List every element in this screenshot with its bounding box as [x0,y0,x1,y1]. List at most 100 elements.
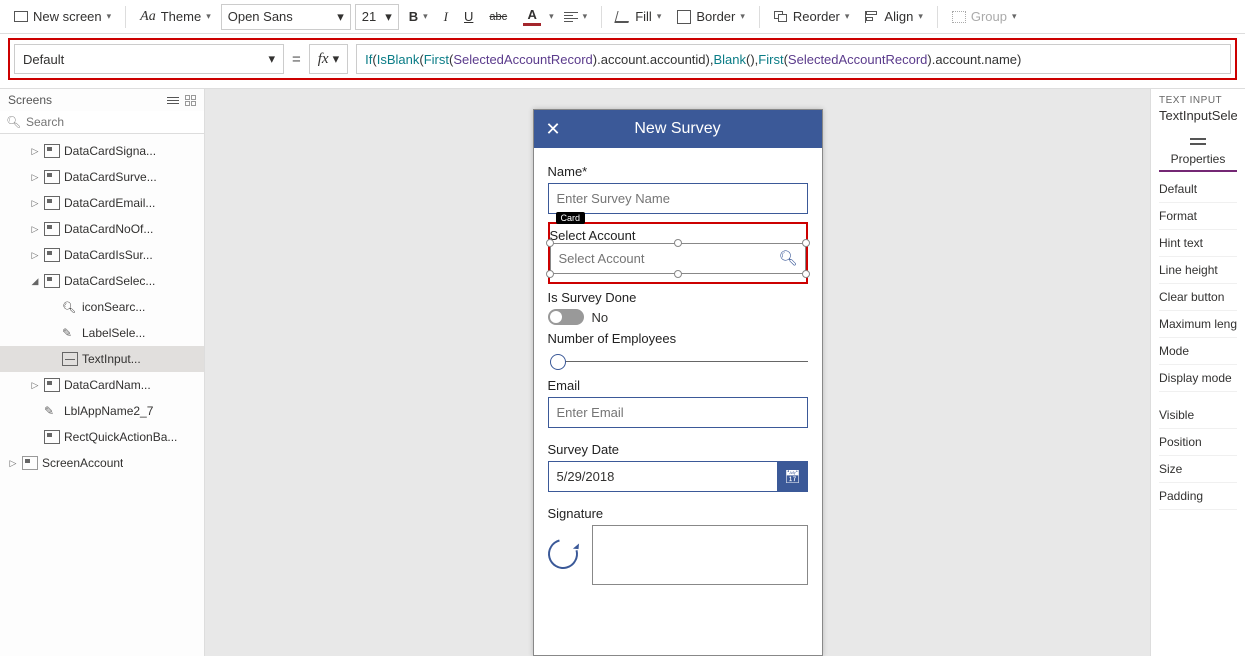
property-row[interactable]: Hint text [1159,230,1237,257]
resize-handle[interactable] [674,239,682,247]
tree-item[interactable]: ▷DataCardSurve... [0,164,204,190]
tree-item[interactable]: RectQuickActionBa... [0,424,204,450]
close-icon[interactable]: ✕ [546,119,561,140]
chevron-down-icon: ▾ [268,51,275,67]
resize-handle[interactable] [802,270,810,278]
property-row[interactable]: Format [1159,203,1237,230]
property-row[interactable]: Position [1159,429,1237,456]
screens-search-input[interactable] [0,111,204,134]
property-row[interactable]: Size [1159,456,1237,483]
tree-item[interactable]: ▷DataCardEmail... [0,190,204,216]
property-row[interactable]: Display mode [1159,365,1237,392]
toggle-switch-icon[interactable] [548,309,584,325]
reorder-button[interactable]: Reorder ▾ [768,3,856,31]
rect-icon [44,430,60,444]
expand-toggle-icon[interactable]: ▷ [30,224,40,235]
employees-slider[interactable] [548,352,808,372]
property-row[interactable]: Mode [1159,338,1237,365]
refresh-icon[interactable] [542,534,583,575]
font-family-select[interactable]: Open Sans ▾ [221,4,351,30]
expand-toggle-icon[interactable]: ▷ [8,458,18,469]
expand-toggle-icon[interactable]: ▷ [30,250,40,261]
card-icon [44,222,60,236]
formula-token: ).account.accountid), [593,52,714,67]
strikethrough-button[interactable]: abc [483,3,513,31]
expand-toggle-icon[interactable]: ▷ [30,380,40,391]
survey-date-picker[interactable]: 5/29/2018 📅︎ [548,461,808,492]
card-icon [44,248,60,262]
tree-item-label: DataCardIsSur... [64,248,153,262]
phone-frame: ✕ New Survey Name* Card Select Account 🔍… [533,109,823,656]
group-label: Group [971,9,1007,24]
font-color-button[interactable]: A [517,3,547,31]
list-view-icon[interactable] [167,95,179,106]
property-row[interactable]: Maximum length [1159,311,1237,338]
expand-toggle-icon[interactable]: ◢ [30,276,40,287]
tree-item[interactable]: ✎︎LabelSele... [0,320,204,346]
canvas[interactable]: ✕ New Survey Name* Card Select Account 🔍… [205,89,1150,656]
sliders-icon [1190,135,1206,147]
tree-item-label: DataCardSigna... [64,144,156,158]
survey-date-value[interactable]: 5/29/2018 [548,461,778,492]
screens-panel: Screens 🔍︎ ▷DataCardSigna...▷DataCardSur… [0,89,205,656]
property-value: Default [23,52,64,67]
name-label: Name* [548,164,808,179]
font-size-select[interactable]: 21 ▾ [355,4,399,30]
property-selector[interactable]: Default ▾ [14,44,284,74]
tree-item[interactable]: ▷ScreenAccount [0,450,204,476]
align-button[interactable]: Align ▾ [859,3,928,31]
resize-handle[interactable] [546,270,554,278]
group-button[interactable]: Group ▾ [946,3,1023,31]
formula-input[interactable]: If(IsBlank(First(SelectedAccountRecord )… [356,44,1231,74]
fx-button[interactable]: fx ▾ [309,44,348,74]
property-row[interactable]: Line height [1159,257,1237,284]
property-row[interactable]: Padding [1159,483,1237,510]
expand-toggle-icon[interactable]: ▷ [30,172,40,183]
expand-toggle-icon[interactable]: ▷ [30,198,40,209]
property-row[interactable]: Visible [1159,402,1237,429]
tree-item[interactable]: ✎︎LblAppName2_7 [0,398,204,424]
properties-tab[interactable]: Properties [1159,129,1237,172]
signature-pad[interactable] [592,525,808,585]
font-family-value: Open Sans [228,9,293,24]
text-align-button[interactable]: ▾ [558,3,594,31]
tree-item[interactable]: ◢DataCardSelec... [0,268,204,294]
slider-thumb[interactable] [550,354,566,370]
formula-token: (), [746,52,758,67]
tree-item[interactable]: ▷DataCardNam... [0,372,204,398]
tree-item-label: iconSearc... [82,300,145,314]
property-row[interactable]: Clear button [1159,284,1237,311]
new-screen-label: New screen [33,9,102,24]
underline-button[interactable]: U [458,3,479,31]
select-account-card[interactable]: Card Select Account 🔍︎ [548,222,808,284]
tree-item[interactable]: 🔍︎iconSearc... [0,294,204,320]
search-icon[interactable]: 🔍︎ [778,249,797,267]
italic-button[interactable]: I [438,3,454,31]
resize-handle[interactable] [674,270,682,278]
resize-handle[interactable] [546,239,554,247]
tree-item-label: LabelSele... [82,326,145,340]
calendar-icon[interactable]: 📅︎ [778,461,808,492]
card-icon [44,170,60,184]
tree-item[interactable]: ▷ DataCardSigna... [0,138,204,164]
panel-section-label: TEXT INPUT [1159,95,1237,106]
grid-view-icon[interactable] [185,95,196,106]
equals-sign: = [292,51,301,68]
fill-button[interactable]: Fill ▾ [610,3,667,31]
border-button[interactable]: Border ▾ [671,3,751,31]
tree-item[interactable]: TextInput... [0,346,204,372]
tree-item[interactable]: ▷ DataCardIsSur... [0,242,204,268]
card-tooltip: Card [556,212,586,224]
is-survey-toggle[interactable]: No [548,309,808,325]
name-input[interactable] [548,183,808,214]
new-screen-button[interactable]: New screen ▾ [8,3,117,31]
formula-token: ).account.name) [927,52,1021,67]
expand-toggle-icon[interactable]: ▷ [30,146,40,157]
email-input[interactable] [548,397,808,428]
bold-button[interactable]: B▾ [403,3,434,31]
property-row[interactable]: Default [1159,176,1237,203]
theme-button[interactable]: Aa Theme ▾ [134,3,217,31]
tree-item[interactable]: ▷DataCardNoOf... [0,216,204,242]
resize-handle[interactable] [802,239,810,247]
signature-row [548,525,808,585]
